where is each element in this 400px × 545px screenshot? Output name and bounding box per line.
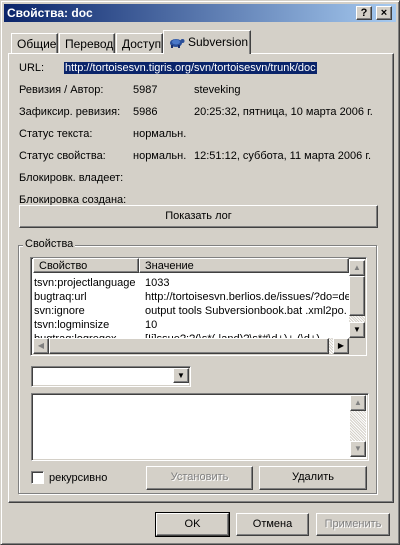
delete-button-label: Удалить [292,471,334,483]
tortoise-icon [169,35,185,52]
revision-value: 5987 [133,84,158,96]
committed-revision-label: Зафиксир. ревизия: [19,106,121,118]
revision-author-label: Ревизия / Автор: [19,84,104,96]
ok-button-label: OK [184,518,201,530]
tab-access-label: Доступ [122,37,162,51]
delete-button[interactable]: Удалить [259,466,367,490]
property-status-label: Статус свойства: [19,150,106,162]
property-name: tsvn:logminsize [34,319,110,331]
property-name-dropdown[interactable]: ▼ [31,366,191,387]
property-value-textarea[interactable]: ▲ ▼ [31,393,369,461]
property-name: bugtraq:url [34,291,87,303]
property-name: tsvn:projectlanguage [34,277,136,289]
scrollbar-corner [349,338,365,354]
column-header-property[interactable]: Свойство [33,258,139,273]
url-label: URL: [19,62,45,74]
tab-general-label: Общие [17,37,57,51]
ok-button[interactable]: OK [155,512,230,537]
scroll-left-icon[interactable]: ◀ [33,338,49,354]
scroll-thumb[interactable] [349,276,365,316]
show-log-label: Показать лог [165,210,232,222]
committed-revision-value: 5986 [133,106,158,118]
property-value: http://tortoisesvn.berlios.de/issues/?do… [145,291,349,303]
scroll-down-icon[interactable]: ▼ [349,322,365,338]
property-status-date: 12:51:12, суббота, 11 марта 2006 г. [194,150,372,162]
tab-access[interactable]: Доступ [116,33,163,54]
chevron-down-icon[interactable]: ▼ [173,368,189,383]
property-value: 10 [145,319,158,331]
text-status-label: Статус текста: [19,128,93,140]
property-value: output tools Subversionbook.bat .xml2po. [145,305,347,317]
text-status-value: нормальн. [133,128,187,140]
recursive-label[interactable]: рекурсивно [49,472,107,484]
tab-translation-label: Перевод [65,37,114,51]
tab-subversion[interactable]: Subversion [163,30,251,54]
cancel-button[interactable]: Отмена [236,513,309,536]
tab-subversion-label: Subversion [188,35,249,49]
scroll-up-icon[interactable]: ▲ [349,260,365,276]
tab-translation[interactable]: Перевод [59,33,115,54]
textarea-scroll-down-icon[interactable]: ▼ [350,441,366,457]
column-header-value[interactable]: Значение [139,258,349,273]
property-name: svn:ignore [34,305,85,317]
lock-owner-label: Блокировк. владеет: [19,172,124,184]
column-header-property-label: Свойство [39,260,88,272]
help-button[interactable]: ? [356,6,372,20]
recursive-checkbox[interactable] [31,471,44,484]
set-button-label: Установить [170,471,229,483]
url-value[interactable]: http://tortoisesvn.tigris.org/svn/tortoi… [64,62,317,74]
property-value: 1033 [145,277,170,289]
tab-general[interactable]: Общие [11,33,58,54]
textarea-scroll-up-icon[interactable]: ▲ [350,395,366,411]
column-header-value-label: Значение [145,260,194,272]
close-button[interactable]: × [376,6,392,20]
properties-list[interactable]: Свойство Значение tsvn:projectlanguage 1… [30,257,367,356]
apply-button[interactable]: Применить [316,513,390,536]
properties-dialog: Свойства: doc ? × Общие Перевод Доступ S… [0,0,400,545]
window-title: Свойства: doc [7,6,93,20]
author-value: steveking [194,84,241,96]
title-bar: Свойства: doc ? × [4,4,396,22]
show-log-button[interactable]: Показать лог [19,205,378,228]
set-button[interactable]: Установить [146,466,253,490]
apply-button-label: Применить [324,518,382,530]
properties-group-label: Свойства [23,238,76,250]
scroll-right-icon[interactable]: ▶ [333,338,349,354]
subversion-tab-page: URL: http://tortoisesvn.tigris.org/svn/t… [8,53,394,503]
cancel-button-label: Отмена [252,518,293,530]
scroll-h-thumb[interactable] [49,338,329,354]
committed-date-value: 20:25:32, пятница, 10 марта 2006 г. [194,106,373,118]
property-status-value: нормальн. [133,150,187,162]
